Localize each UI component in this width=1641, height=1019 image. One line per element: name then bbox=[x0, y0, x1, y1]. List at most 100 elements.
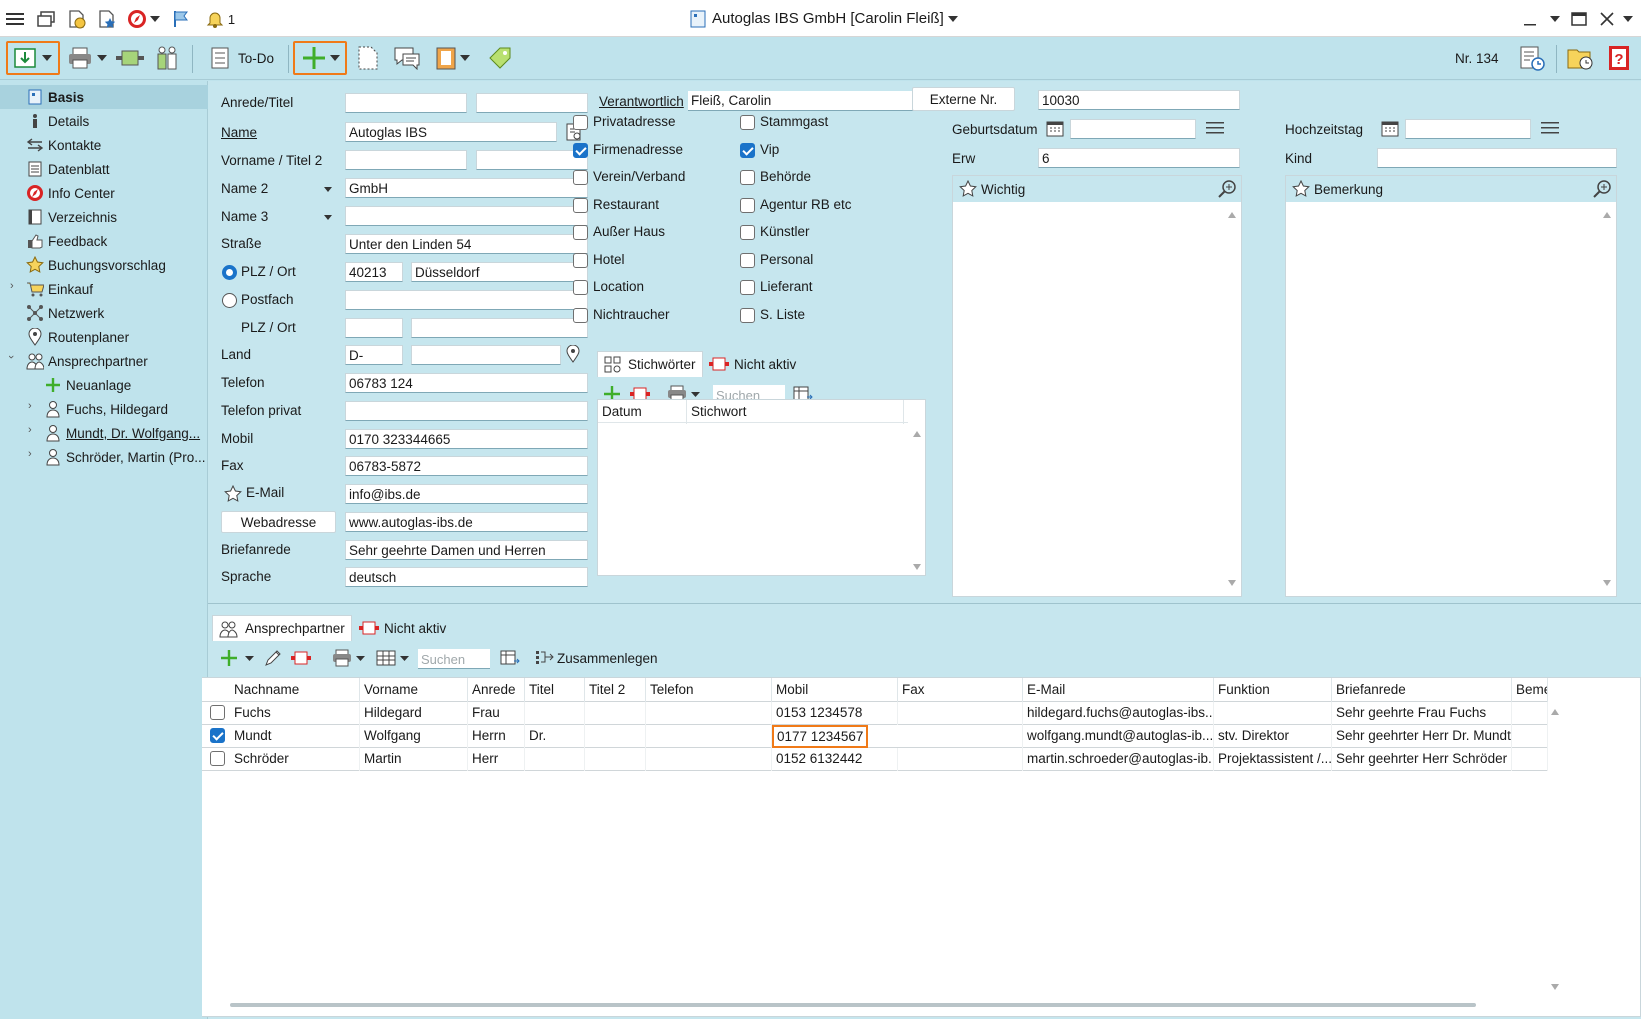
column-datum[interactable]: Datum bbox=[598, 400, 687, 424]
edit-contact-icon[interactable] bbox=[264, 649, 282, 667]
webadresse-field[interactable]: www.autoglas-ibs.de bbox=[345, 512, 588, 532]
checkbox-agentur-rb-etc[interactable] bbox=[740, 198, 755, 213]
wichtig-panel[interactable]: Wichtig bbox=[952, 175, 1242, 597]
strasse-field[interactable]: Unter den Linden 54 bbox=[345, 234, 588, 254]
compass-icon[interactable] bbox=[126, 8, 148, 30]
cell-anrede[interactable]: Herrn bbox=[468, 725, 525, 748]
row-select-checkbox[interactable] bbox=[210, 705, 225, 720]
checkbox-s-liste[interactable] bbox=[740, 308, 755, 323]
kind-field[interactable] bbox=[1377, 148, 1617, 168]
sidebar-item-buchungsvorschlag[interactable]: Buchungsvorschlag bbox=[0, 253, 208, 277]
bemerkung-zoom-icon[interactable] bbox=[1592, 179, 1612, 199]
print-button[interactable] bbox=[64, 41, 110, 75]
column-vorname[interactable]: Vorname bbox=[360, 678, 468, 702]
cell-fax[interactable] bbox=[898, 702, 1023, 725]
sidebar-item-ansprechpartner[interactable]: Ansprechpartner bbox=[0, 349, 208, 373]
postfach-radio[interactable] bbox=[222, 293, 237, 308]
email-star-icon[interactable] bbox=[224, 485, 242, 503]
cell-telefon[interactable] bbox=[646, 748, 772, 771]
column-telefon[interactable]: Telefon bbox=[646, 678, 772, 702]
hamburger-menu-icon[interactable] bbox=[4, 8, 26, 30]
webadresse-button[interactable]: Webadresse bbox=[221, 511, 336, 533]
cell-e-mail[interactable]: martin.schroeder@autoglas-ib... bbox=[1023, 748, 1214, 771]
cell-titel-2[interactable] bbox=[585, 725, 646, 748]
cell-vorname[interactable]: Hildegard bbox=[360, 702, 468, 725]
column-fax[interactable]: Fax bbox=[898, 678, 1023, 702]
window-menu-dropdown-icon[interactable] bbox=[1544, 8, 1566, 30]
column-stichwort[interactable]: Stichwort bbox=[687, 400, 904, 424]
land-field[interactable]: D- bbox=[345, 345, 403, 365]
cell-e-mail[interactable]: hildegard.fuchs@autoglas-ibs.... bbox=[1023, 702, 1214, 725]
cell-vorname[interactable]: Wolfgang bbox=[360, 725, 468, 748]
table-row[interactable]: Fuchs Hildegard Frau 0153 1234578 hildegard.… bbox=[202, 702, 1548, 725]
checkbox-verein-verband[interactable] bbox=[573, 170, 588, 185]
checkbox-vip[interactable] bbox=[740, 143, 755, 158]
plz-ort-radio[interactable] bbox=[222, 265, 237, 280]
close-icon[interactable] bbox=[1596, 8, 1618, 30]
cell-funktion[interactable] bbox=[1214, 702, 1332, 725]
fax-field[interactable]: 06783-5872 bbox=[345, 456, 588, 476]
name-label[interactable]: Name bbox=[221, 125, 257, 140]
close-dropdown-icon[interactable] bbox=[1620, 8, 1636, 30]
save-button[interactable] bbox=[6, 41, 60, 75]
checkbox-privatadresse[interactable] bbox=[573, 115, 588, 130]
column-mobil[interactable]: Mobil bbox=[772, 678, 898, 702]
cell-titel-2[interactable] bbox=[585, 748, 646, 771]
titel2-field[interactable] bbox=[476, 150, 588, 170]
cell-beme[interactable] bbox=[1512, 702, 1548, 725]
name-field[interactable]: Autoglas IBS bbox=[345, 122, 557, 142]
table-row[interactable]: Schröder Martin Herr 0152 6132442 martin.sch… bbox=[202, 748, 1548, 771]
vorname-field[interactable] bbox=[345, 150, 467, 170]
checkbox-location[interactable] bbox=[573, 280, 588, 295]
checkbox-außer-haus[interactable] bbox=[573, 225, 588, 240]
sidebar-item-fuchs[interactable]: Fuchs, Hildegard bbox=[0, 397, 208, 421]
telefon-field[interactable]: 06783 124 bbox=[345, 373, 588, 393]
cell-anrede[interactable]: Herr bbox=[468, 748, 525, 771]
column-titel[interactable]: Titel bbox=[525, 678, 585, 702]
sidebar-item-neuanlage[interactable]: Neuanlage bbox=[0, 373, 208, 397]
cell-titel[interactable] bbox=[525, 702, 585, 725]
geburtsdatum-calendar-icon[interactable] bbox=[1046, 119, 1064, 137]
cell-vorname[interactable]: Martin bbox=[360, 748, 468, 771]
sidebar-item-schroeder[interactable]: Schröder, Martin (Pro... bbox=[0, 445, 208, 469]
checkbox-nichtraucher[interactable] bbox=[573, 308, 588, 323]
sidebar-item-datenblatt[interactable]: Datenblatt bbox=[0, 157, 208, 181]
contacts-column-chooser-icon[interactable] bbox=[500, 649, 520, 667]
externe-nr-button[interactable]: Externe Nr. bbox=[912, 87, 1015, 111]
name2-field[interactable]: GmbH bbox=[345, 178, 588, 198]
table-row[interactable]: Mundt Wolfgang Herrn Dr. 0177 1234567 wolfgan… bbox=[202, 725, 1548, 748]
tab-ansprechpartner[interactable]: Ansprechpartner bbox=[212, 615, 352, 641]
row-select-checkbox[interactable] bbox=[210, 728, 225, 743]
sidebar-item-feedback[interactable]: Feedback bbox=[0, 229, 208, 253]
row-select-checkbox[interactable] bbox=[210, 751, 225, 766]
column-e-mail[interactable]: E-Mail bbox=[1023, 678, 1214, 702]
postfach-ort-field[interactable] bbox=[411, 318, 588, 338]
help-button[interactable]: ? bbox=[1604, 41, 1634, 75]
contacts-search-input[interactable]: Suchen bbox=[418, 649, 490, 669]
checkbox-behörde[interactable] bbox=[740, 170, 755, 185]
geburtsdatum-menu-icon[interactable] bbox=[1206, 121, 1224, 135]
copy-button[interactable] bbox=[353, 41, 383, 75]
contacts-scrollbar[interactable] bbox=[1548, 704, 1562, 1004]
cell-titel[interactable] bbox=[525, 748, 585, 771]
notification-bell-icon[interactable]: 1 bbox=[200, 8, 240, 30]
cell-briefanrede[interactable]: Sehr geehrter Herr Dr. Mundt bbox=[1332, 725, 1512, 748]
checkbox-restaurant[interactable] bbox=[573, 198, 588, 213]
sidebar-item-mundt[interactable]: Mundt, Dr. Wolfgang... bbox=[0, 421, 208, 445]
checkbox-lieferant[interactable] bbox=[740, 280, 755, 295]
keywords-scrollbar[interactable] bbox=[909, 426, 925, 574]
title-dropdown-icon[interactable] bbox=[942, 8, 964, 30]
sidebar-item-einkauf[interactable]: Einkauf bbox=[0, 277, 208, 301]
telefon-privat-field[interactable] bbox=[345, 401, 588, 421]
tab-stichwoerter[interactable]: Stichwörter bbox=[597, 351, 703, 377]
contact-persons-button[interactable] bbox=[152, 41, 182, 75]
checkbox-stammgast[interactable] bbox=[740, 115, 755, 130]
wichtig-scrollbar[interactable] bbox=[1225, 204, 1239, 594]
titel-field[interactable] bbox=[476, 93, 588, 113]
column-anrede[interactable]: Anrede bbox=[468, 678, 525, 702]
flag-download-icon[interactable] bbox=[170, 8, 192, 30]
sidebar-item-routenplaner[interactable]: Routenplaner bbox=[0, 325, 208, 349]
ort-field[interactable]: Düsseldorf bbox=[411, 262, 588, 282]
checkbox-personal[interactable] bbox=[740, 253, 755, 268]
plz-field[interactable]: 40213 bbox=[345, 262, 403, 282]
